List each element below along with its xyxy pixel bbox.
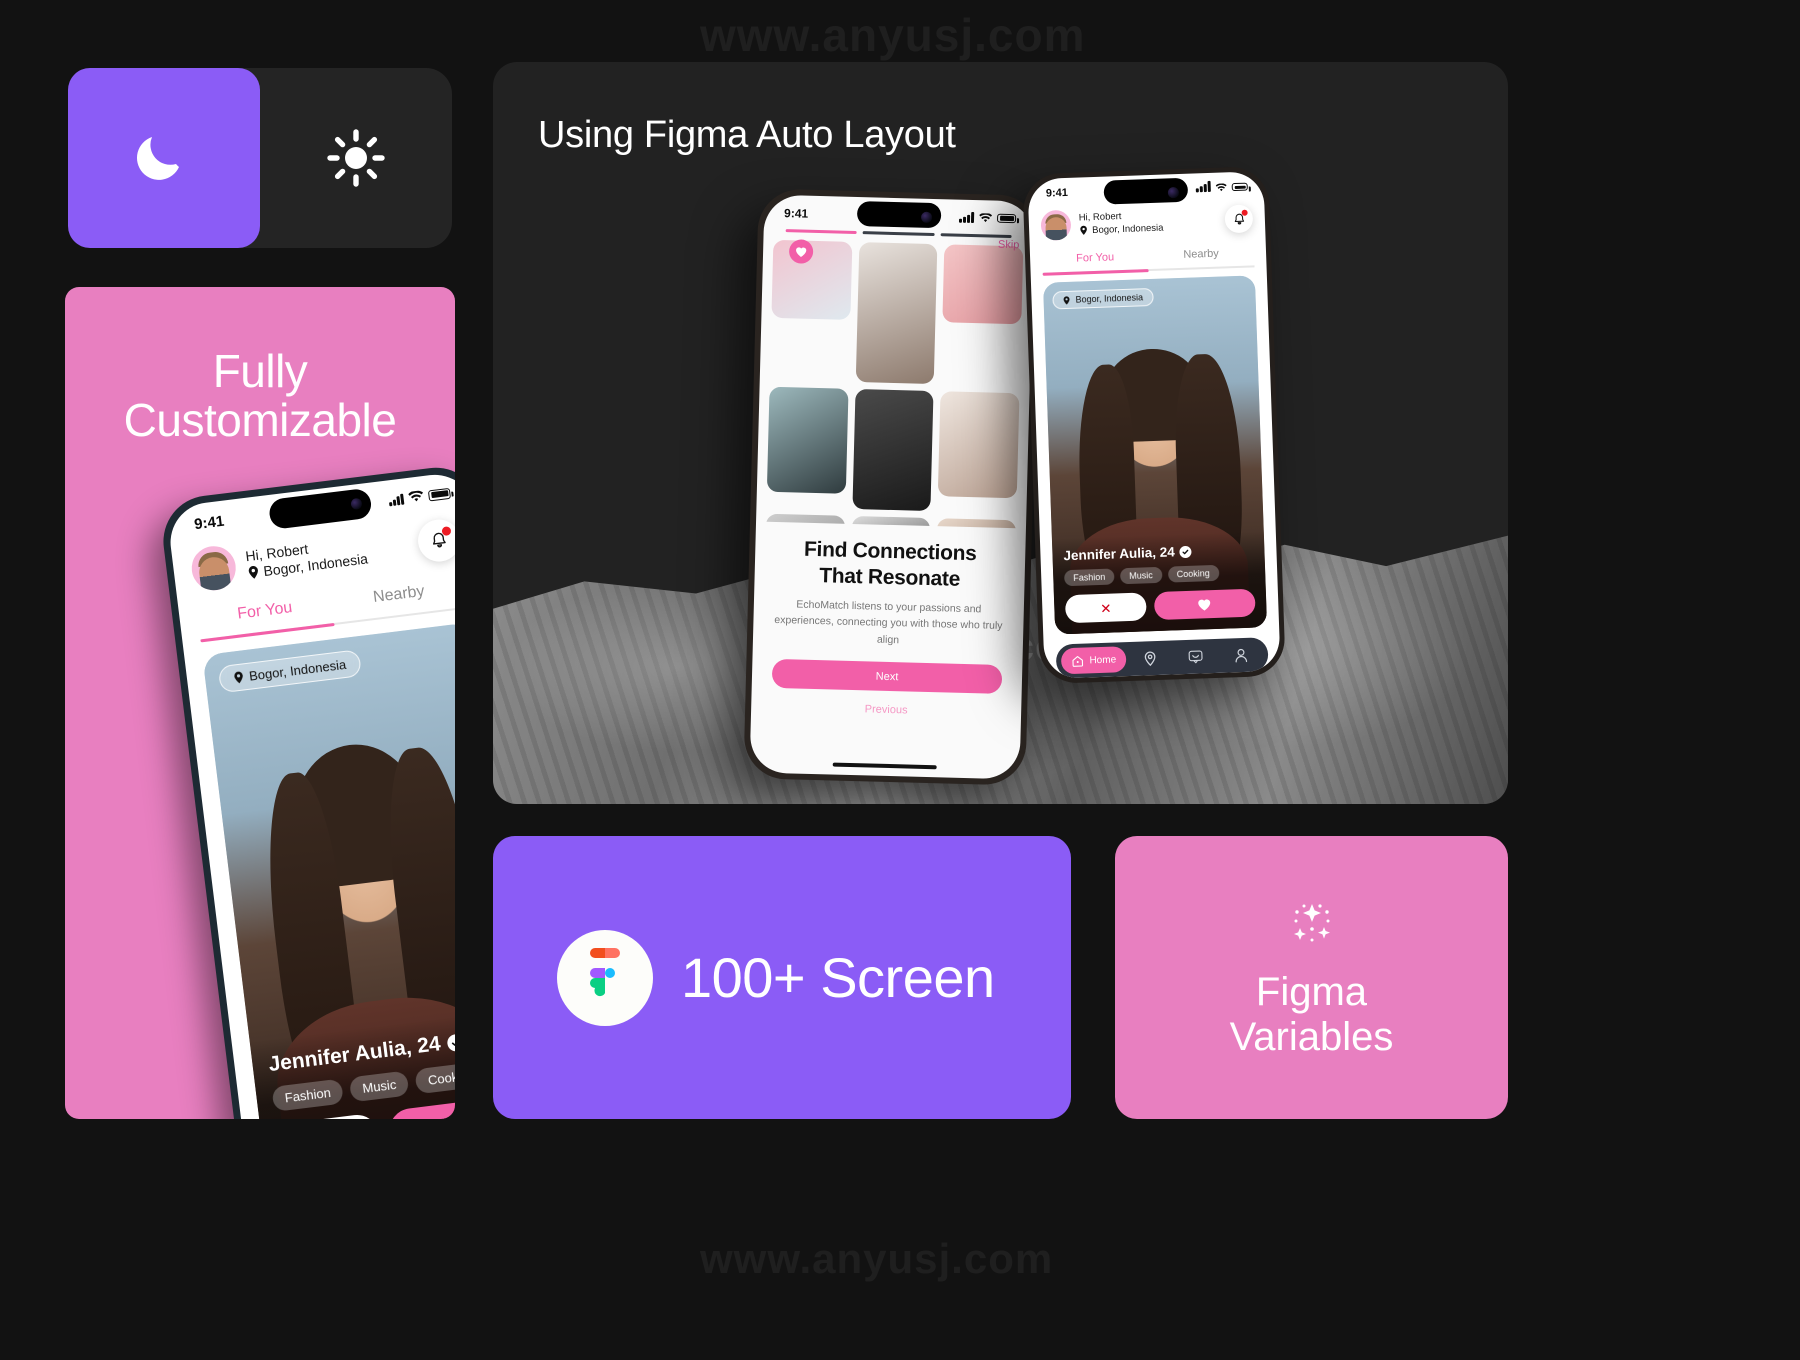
title-line-2: Customizable bbox=[123, 394, 397, 447]
phone-mockup-right: 9:41 Hi, Robert Bogor, Indonesia For You… bbox=[1022, 165, 1286, 685]
nav-home-label: Home bbox=[1089, 653, 1117, 666]
grid-photo bbox=[855, 242, 938, 385]
heart-icon bbox=[1198, 598, 1212, 611]
profile-name-row: Jennifer Aulia, 24 bbox=[1063, 542, 1253, 564]
auto-layout-showcase-panel: Using Figma Auto Layout www.anyusj.com 9… bbox=[493, 62, 1508, 804]
battery-icon bbox=[1231, 182, 1248, 192]
chip-fashion[interactable]: Fashion bbox=[1064, 568, 1115, 587]
avatar[interactable] bbox=[1040, 209, 1072, 241]
fully-customizable-panel: Fully Customizable 9:41 Hi, Robert Bogor… bbox=[65, 287, 455, 1119]
card-location-text: Bogor, Indonesia bbox=[1075, 292, 1144, 305]
profile-name: Jennifer Aulia, 24 bbox=[1063, 544, 1175, 564]
label-line-2: Variables bbox=[1229, 1014, 1394, 1059]
chip-cooking[interactable]: Cooking bbox=[1167, 564, 1220, 583]
map-pin-icon bbox=[232, 670, 245, 684]
status-time: 9:41 bbox=[193, 512, 226, 533]
home-indicator bbox=[832, 762, 937, 770]
figma-variables-card: Figma Variables bbox=[1115, 836, 1508, 1119]
moon-icon bbox=[132, 126, 196, 190]
profile-card[interactable]: Bogor, Indonesia Jennifer Aulia, 24 Fash… bbox=[202, 622, 455, 1119]
profile-card[interactable]: Bogor, Indonesia Jennifer Aulia, 24 Fash… bbox=[1042, 275, 1268, 635]
card-actions bbox=[1064, 588, 1256, 624]
notification-button[interactable] bbox=[415, 517, 455, 564]
skip-button[interactable]: Skip bbox=[998, 239, 1020, 252]
like-button[interactable] bbox=[1153, 588, 1256, 621]
chip-cooking[interactable]: Cooking bbox=[414, 1060, 455, 1095]
dynamic-island bbox=[1103, 177, 1189, 205]
notification-badge bbox=[1241, 209, 1248, 216]
figma-logo-icon bbox=[557, 929, 653, 1026]
map-pin-icon bbox=[1079, 226, 1088, 236]
pass-button[interactable] bbox=[1064, 592, 1147, 624]
map-pin-icon bbox=[1143, 650, 1158, 666]
sparkles-icon bbox=[1286, 896, 1338, 948]
nav-home[interactable]: Home bbox=[1060, 646, 1127, 675]
avatar[interactable] bbox=[189, 543, 239, 593]
watermark-bottom: www.anyusj.com bbox=[700, 1235, 1054, 1282]
notification-button[interactable] bbox=[1224, 204, 1254, 234]
chip-music[interactable]: Music bbox=[1120, 566, 1163, 585]
theme-option-light[interactable] bbox=[260, 68, 452, 248]
showcase-title: Using Figma Auto Layout bbox=[538, 114, 956, 156]
previous-button[interactable]: Previous bbox=[751, 700, 1021, 719]
like-button[interactable] bbox=[387, 1095, 455, 1119]
wifi-icon bbox=[408, 490, 424, 504]
card-info: Jennifer Aulia, 24 Fashion Music Cooking bbox=[1051, 531, 1268, 635]
wifi-icon bbox=[1215, 182, 1227, 192]
grid-photo bbox=[938, 391, 1020, 499]
label-line-1: Figma bbox=[1255, 969, 1368, 1014]
profile-icon bbox=[1234, 647, 1249, 662]
close-x-icon bbox=[1100, 602, 1111, 613]
dynamic-island bbox=[856, 200, 942, 229]
screens-count-label: 100+ Screen bbox=[681, 946, 995, 1009]
status-time: 9:41 bbox=[783, 205, 809, 221]
onboarding-text: Find Connections That Resonate EchoMatch… bbox=[753, 521, 1026, 651]
verified-check-icon bbox=[446, 1032, 455, 1052]
map-pin-icon bbox=[1062, 295, 1070, 305]
chat-icon bbox=[1188, 649, 1203, 664]
theme-toggle-card[interactable] bbox=[68, 68, 452, 248]
grid-photo bbox=[852, 389, 934, 512]
grid-photo bbox=[942, 244, 1024, 325]
bottom-navigation[interactable]: Home bbox=[1055, 637, 1269, 679]
cellular-bars-icon bbox=[1195, 180, 1211, 193]
phone-mockup-center: 9:41 Skip Find Connections That Resonate… bbox=[743, 188, 1041, 786]
title-line-1: Fully bbox=[212, 345, 308, 397]
chip-music[interactable]: Music bbox=[349, 1070, 410, 1103]
nav-profile[interactable] bbox=[1219, 647, 1263, 664]
chip-fashion[interactable]: Fashion bbox=[271, 1078, 345, 1112]
interest-chips: Fashion Music Cooking bbox=[1064, 564, 1254, 587]
theme-option-dark[interactable] bbox=[68, 68, 260, 248]
pink-panel-title: Fully Customizable bbox=[65, 345, 455, 447]
sun-icon bbox=[324, 126, 388, 190]
next-button[interactable]: Next bbox=[771, 658, 1003, 694]
cellular-bars-icon bbox=[959, 211, 975, 224]
onboarding-body: EchoMatch listens to your passions and e… bbox=[774, 598, 1003, 646]
grid-photo bbox=[766, 386, 849, 494]
phone-mockup-left: 9:41 Hi, Robert Bogor, Indonesia For You… bbox=[158, 462, 455, 1119]
onboarding-heading: Find Connections That Resonate bbox=[774, 536, 1005, 593]
verified-check-icon bbox=[1179, 545, 1192, 558]
cellular-bars-icon bbox=[388, 493, 405, 506]
pass-button[interactable] bbox=[276, 1112, 382, 1119]
map-pin-icon bbox=[247, 565, 261, 580]
location-text: Bogor, Indonesia bbox=[1091, 222, 1164, 236]
home-icon bbox=[1071, 654, 1084, 667]
screens-count-card: 100+ Screen bbox=[493, 836, 1071, 1119]
heart-icon bbox=[441, 1115, 455, 1119]
watermark-top: www.anyusj.com bbox=[700, 9, 1086, 61]
figma-variables-label: Figma Variables bbox=[1230, 970, 1394, 1060]
nav-messages[interactable] bbox=[1174, 649, 1218, 665]
notification-badge bbox=[441, 526, 452, 537]
battery-icon bbox=[996, 213, 1017, 224]
wifi-icon bbox=[979, 212, 993, 223]
battery-icon bbox=[427, 487, 451, 501]
card-location-chip: Bogor, Indonesia bbox=[1052, 287, 1154, 310]
nav-explore[interactable] bbox=[1128, 650, 1172, 667]
photo-grid bbox=[756, 232, 1033, 529]
status-time: 9:41 bbox=[1045, 186, 1069, 200]
